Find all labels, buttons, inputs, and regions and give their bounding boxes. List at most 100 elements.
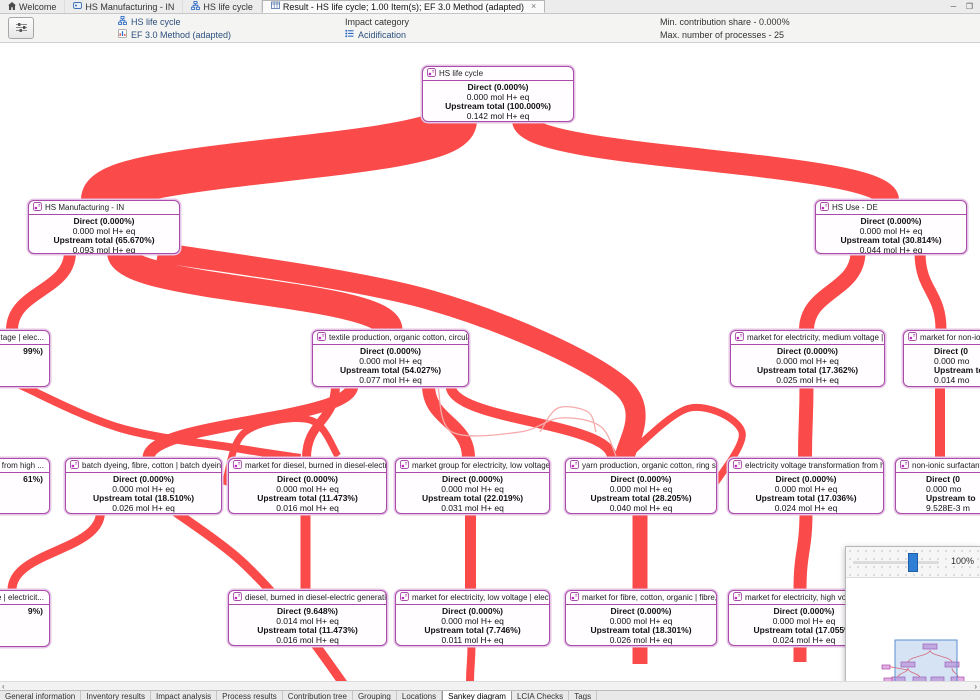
node-title: market for electricity, medium voltage |… [747,333,884,342]
restore-icon[interactable]: ❐ [965,2,974,11]
impact-method-icon [118,29,127,40]
result-tab-tags[interactable]: Tags [569,691,597,700]
process-icon [400,460,409,471]
node-title: non-ionic surfactant [912,461,980,470]
result-tab-inventory-results[interactable]: Inventory results [81,691,151,700]
sankey-node-lifecycle[interactable]: HS life cycleDirect (0.000%)0.000 mol H+… [422,66,574,122]
editor-tab[interactable]: Welcome [0,0,65,13]
process-icon [735,332,744,343]
sankey-node-nonionic-market[interactable]: market for non-ionicDirect (00.000 moUps… [903,330,980,387]
node-value-line: 0.026 mol H+ eq [567,636,715,646]
result-icon [271,1,280,12]
sankey-flow [470,644,472,681]
impact-category-icon [345,29,354,40]
product-system-icon [191,1,200,12]
result-tab-process-results[interactable]: Process results [217,691,283,700]
sankey-node-batch-dyeing[interactable]: batch dyeing, fibre, cotton | batch dyei… [65,458,222,514]
sankey-node-left-low[interactable]: tage | electricit...9%) [0,590,50,647]
result-tab-grouping[interactable]: Grouping [353,691,397,700]
minimap-panel: 100% [845,546,980,681]
process-icon [33,202,42,213]
impact-category-label: Impact category [345,17,409,27]
zoom-slider-track[interactable] [853,561,939,564]
sankey-node-market-group-elec[interactable]: market group for electricity, low voltag… [395,458,550,514]
node-share-line: 99%) [0,347,43,357]
product-system-icon [118,16,127,27]
header-impact-column: Impact category Acidification [345,15,409,41]
process-icon [900,460,909,471]
result-tab-lcia-checks[interactable]: LCIA Checks [512,691,569,700]
node-value-line: 0.040 mol H+ eq [567,504,715,514]
sankey-flow [920,252,941,330]
product-system-link[interactable]: HS life cycle [131,17,181,27]
close-icon[interactable]: × [531,2,536,11]
process-icon [73,1,82,12]
sankey-flow [12,252,70,330]
sankey-canvas[interactable]: HS life cycleDirect (0.000%)0.000 mol H+… [0,42,980,681]
editor-tab-label: Result - HS life cycle; 1.00 Item(s); EF… [283,2,524,12]
impact-category-value[interactable]: Acidification [358,30,406,40]
node-value-line: 0.016 mol H+ eq [230,636,385,646]
editor-tab-label: Welcome [19,2,56,12]
node-value-line: 0.031 mol H+ eq [397,504,548,514]
sankey-node-elec-transform[interactable]: electricity voltage transformation from … [728,458,884,514]
node-title: HS Use - DE [832,203,878,212]
result-tab-contribution-tree[interactable]: Contribution tree [283,691,353,700]
minimap-overview[interactable] [846,578,980,681]
process-icon [733,592,742,603]
sankey-flow [103,120,455,200]
home-icon [8,2,16,12]
node-value-line: 0.044 mol H+ eq [817,246,965,254]
max-processes: Max. number of processes - 25 [660,30,784,40]
node-title: ion from high ... [0,461,44,470]
sankey-node-left-transform[interactable]: ion from high ... 61%) [0,458,50,514]
sankey-node-diesel-burned[interactable]: diesel, burned in diesel-electric genera… [228,590,387,646]
node-title: yarn production, organic cotton, ring sp… [582,461,716,470]
sankey-node-fibre-market[interactable]: market for fibre, cotton, organic | fibr… [565,590,717,646]
sankey-node-yarn[interactable]: yarn production, organic cotton, ring sp… [565,458,717,514]
header-system-column: HS life cycle EF 3.0 Method (adapted) [118,15,231,41]
process-icon [233,460,242,471]
node-value-line: 0.014 mo [934,376,980,386]
sankey-node-left-elec-high[interactable]: voltage | elec... 99%) [0,330,50,387]
sankey-node-textile[interactable]: textile production, organic cotton, circ… [312,330,469,387]
minimap-viewport[interactable] [895,640,957,681]
diagram-settings-button[interactable] [8,17,34,39]
node-value-line: 0.025 mol H+ eq [732,376,883,386]
node-value-line: 0.026 mol H+ eq [67,504,220,514]
node-value-line: 0.011 mol H+ eq [397,636,548,646]
header-settings-column: Min. contribution share - 0.000% Max. nu… [660,15,790,41]
node-title: market for diesel, burned in diesel-elec… [245,461,386,470]
node-share-line: 61%) [0,475,43,485]
node-title: HS Manufacturing - IN [45,203,124,212]
node-value-line: 0.093 mol H+ eq [30,246,178,254]
editor-tab-label: HS Manufacturing - IN [85,2,174,12]
window-controls: ─ ❐ [949,0,980,13]
result-tab-sankey-diagram[interactable]: Sankey diagram [442,691,512,700]
sankey-node-manufacturing[interactable]: HS Manufacturing - INDirect (0.000%)0.00… [28,200,180,254]
minimize-icon[interactable]: ─ [949,2,958,11]
node-title: voltage | elec... [0,333,44,342]
openlca-window: Welcome HS Manufacturing - IN HS life cycl… [0,0,980,700]
sankey-node-market-diesel[interactable]: market for diesel, burned in diesel-elec… [228,458,387,514]
node-title: market group for electricity, low voltag… [412,461,549,470]
sankey-node-elec-medium[interactable]: market for electricity, medium voltage |… [730,330,885,387]
impact-method-link[interactable]: EF 3.0 Method (adapted) [131,30,231,40]
node-value-line: 9.528E-3 m [926,504,980,514]
result-tab-impact-analysis[interactable]: Impact analysis [151,691,217,700]
editor-tab[interactable]: HS life cycle [183,0,262,13]
sankey-node-elec-low[interactable]: market for electricity, low voltage | el… [395,590,550,646]
editor-tab[interactable]: Result - HS life cycle; 1.00 Item(s); EF… [262,0,545,13]
node-title: tage | electricit... [0,593,44,602]
node-value-line: 0.077 mol H+ eq [314,376,467,386]
zoom-slider[interactable]: 100% [846,547,980,578]
sankey-flow [807,252,859,330]
editor-tab[interactable]: HS Manufacturing - IN [65,0,183,13]
sankey-node-use-de[interactable]: HS Use - DEDirect (0.000%)0.000 mol H+ e… [815,200,967,254]
result-tab-locations[interactable]: Locations [397,691,442,700]
process-icon [820,202,829,213]
sankey-node-nonionic-surfactant[interactable]: non-ionic surfactantDirect (00.000 moUps… [895,458,980,514]
result-tab-general-information[interactable]: General information [0,691,81,700]
process-icon [400,592,409,603]
zoom-slider-handle[interactable] [908,553,918,572]
